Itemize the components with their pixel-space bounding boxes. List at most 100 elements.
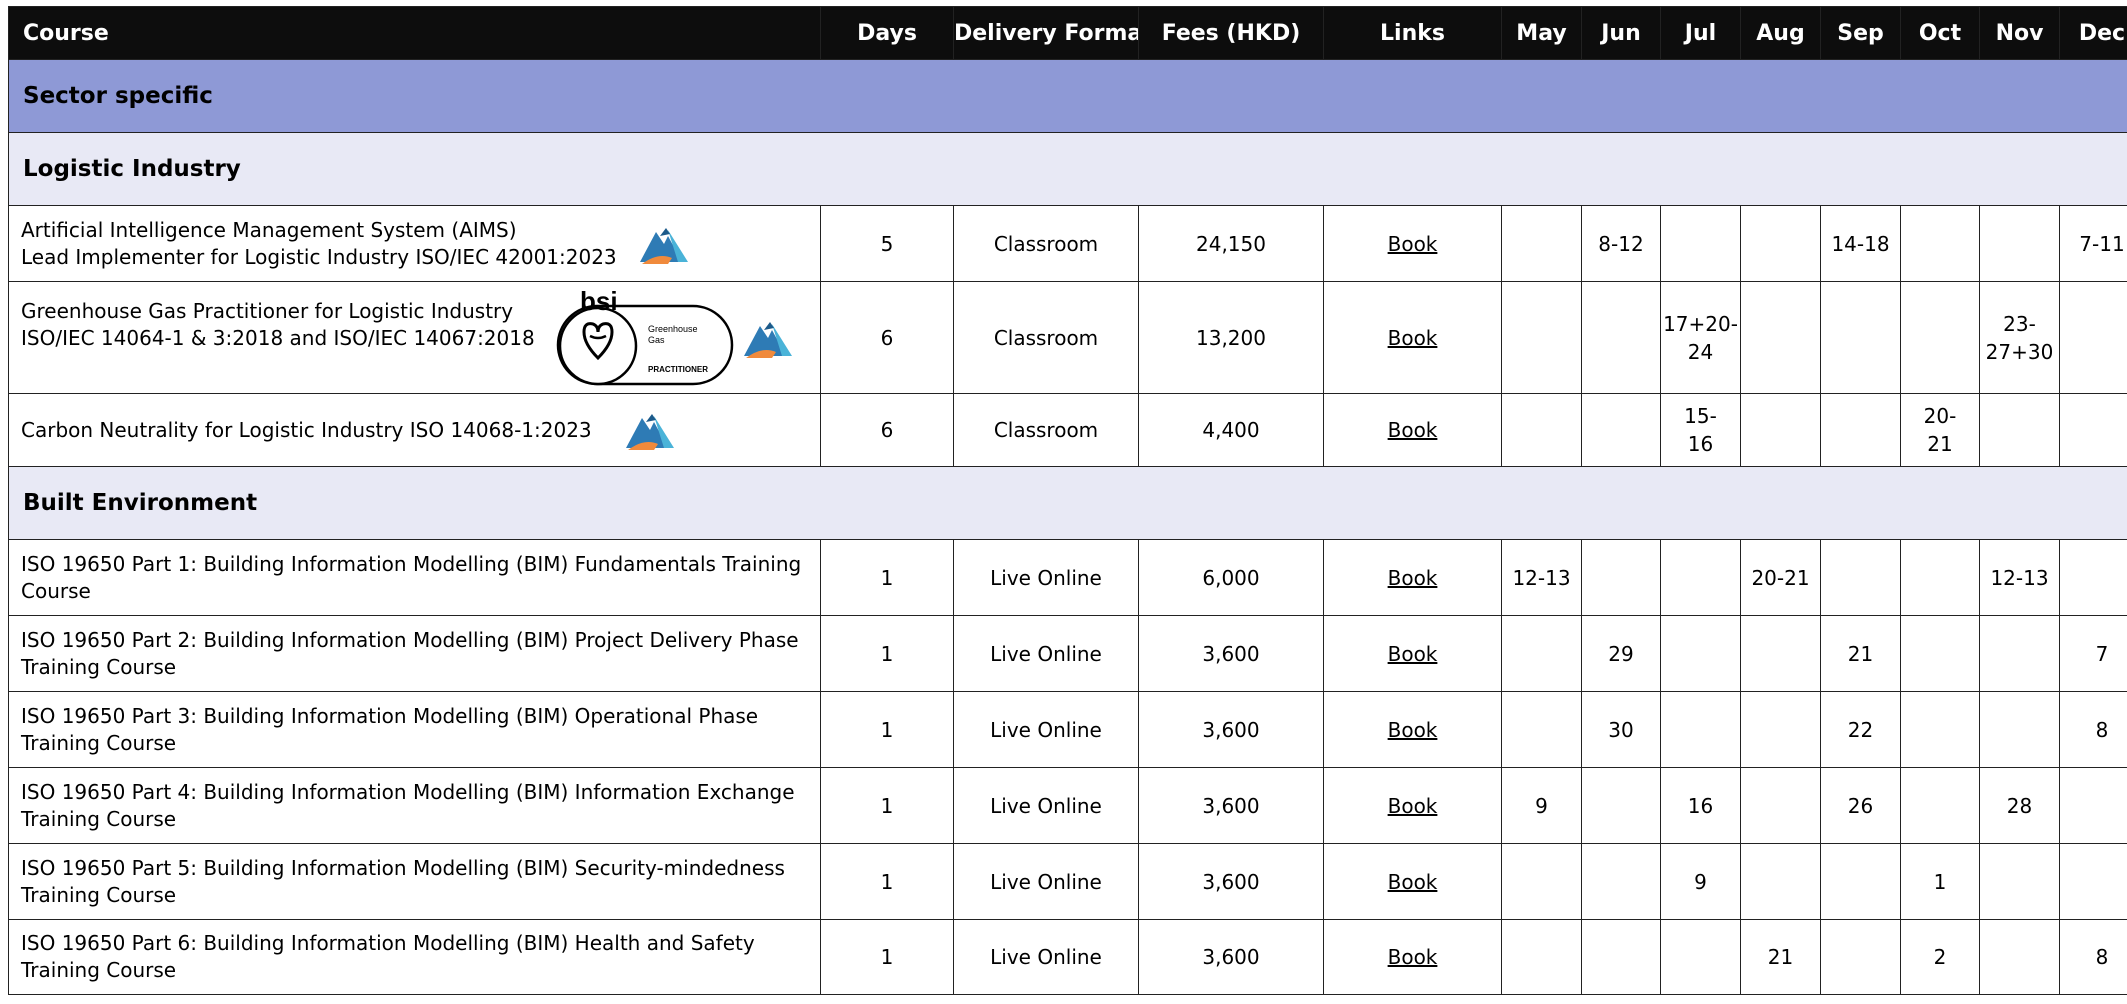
dec-cell: [2059, 281, 2127, 394]
oct-cell: [1900, 691, 1980, 768]
book-link[interactable]: Book: [1388, 326, 1438, 350]
table-row: Greenhouse Gas Practitioner for Logistic…: [8, 281, 2127, 394]
format-cell: Live Online: [953, 919, 1139, 995]
date-line: 17+20-: [1663, 311, 1738, 336]
course-schedule-container: Course Days Delivery Format Fees (HKD) L…: [8, 6, 2127, 995]
aug-cell: [1740, 691, 1821, 768]
dec-cell: 7-11: [2059, 205, 2127, 282]
format-cell: Classroom: [953, 393, 1139, 467]
links-cell: Book: [1323, 393, 1502, 467]
header-dec: Dec: [2059, 6, 2127, 60]
nov-cell: 12-13: [1979, 539, 2060, 616]
may-cell: [1501, 281, 1582, 394]
oct-cell: 1: [1900, 843, 1980, 920]
book-link[interactable]: Book: [1388, 794, 1438, 818]
course-schedule-table: Course Days Delivery Format Fees (HKD) L…: [8, 6, 2127, 995]
format-cell: Live Online: [953, 843, 1139, 920]
may-cell: 9: [1501, 767, 1582, 844]
course-name-line: Greenhouse Gas Practitioner for Logistic…: [21, 298, 514, 323]
jun-cell: [1581, 393, 1661, 467]
fees-cell: 24,150: [1138, 205, 1324, 282]
jun-cell: [1581, 281, 1661, 394]
table-row: Artificial Intelligence Management Syste…: [8, 205, 2127, 282]
header-sep: Sep: [1820, 6, 1901, 60]
accreditation-logo-icon: [640, 227, 688, 264]
links-cell: Book: [1323, 539, 1502, 616]
course-name-line: ISO 19650 Part 3: Building Information M…: [21, 703, 759, 728]
course-name-line: Lead Implementer for Logistic Industry I…: [21, 244, 617, 269]
date-line: 15-: [1684, 404, 1717, 428]
table-row: ISO 19650 Part 4: Building Information M…: [8, 767, 2127, 844]
course-name-line: Carbon Neutrality for Logistic Industry …: [21, 417, 592, 442]
jul-cell: [1660, 539, 1741, 616]
fees-cell: 3,600: [1138, 691, 1324, 768]
format-cell: Classroom: [953, 205, 1139, 282]
course-name-cell: ISO 19650 Part 5: Building Information M…: [8, 843, 821, 920]
fees-cell: 6,000: [1138, 539, 1324, 616]
links-cell: Book: [1323, 919, 1502, 995]
table-row: ISO 19650 Part 1: Building Information M…: [8, 539, 2127, 616]
course-name-line: ISO 19650 Part 2: Building Information M…: [21, 627, 799, 652]
links-cell: Book: [1323, 767, 1502, 844]
course-name-cell: ISO 19650 Part 4: Building Information M…: [8, 767, 821, 844]
format-cell: Live Online: [953, 539, 1139, 616]
may-cell: [1501, 919, 1582, 995]
fees-cell: 3,600: [1138, 843, 1324, 920]
book-link[interactable]: Book: [1388, 418, 1438, 442]
book-link[interactable]: Book: [1388, 945, 1438, 969]
dec-cell: [2059, 767, 2127, 844]
jul-cell: 9: [1660, 843, 1741, 920]
svg-text:bsi: bsi: [580, 288, 618, 316]
book-link[interactable]: Book: [1388, 566, 1438, 590]
sector-row: Sector specific: [8, 59, 2127, 133]
accreditation-logo-icon: [626, 414, 674, 450]
course-name-line: ISO 19650 Part 1: Building Information M…: [21, 551, 802, 576]
jul-cell: [1660, 205, 1741, 282]
dec-cell: 7: [2059, 615, 2127, 692]
links-cell: Book: [1323, 615, 1502, 692]
nov-cell: 28: [1979, 767, 2060, 844]
course-name-line: Training Course: [21, 806, 177, 831]
jun-cell: [1581, 539, 1661, 616]
fees-cell: 13,200: [1138, 281, 1324, 394]
links-cell: Book: [1323, 691, 1502, 768]
course-name-line: Training Course: [21, 654, 177, 679]
date-line: 20-: [1923, 404, 1957, 428]
course-name-cell: ISO 19650 Part 3: Building Information M…: [8, 691, 821, 768]
header-oct: Oct: [1900, 6, 1980, 60]
header-delivery-format: Delivery Format: [953, 6, 1139, 60]
jul-cell: 16: [1660, 767, 1741, 844]
may-cell: [1501, 615, 1582, 692]
table-row: ISO 19650 Part 2: Building Information M…: [8, 615, 2127, 692]
days-cell: 6: [820, 281, 954, 394]
book-link[interactable]: Book: [1388, 718, 1438, 742]
aug-cell: [1740, 767, 1821, 844]
sep-cell: 14-18: [1820, 205, 1901, 282]
category-title-logistic: Logistic Industry: [8, 132, 2127, 206]
days-cell: 1: [820, 615, 954, 692]
course-name-line: ISO 19650 Part 6: Building Information M…: [21, 931, 755, 955]
nov-cell: [1979, 919, 2060, 995]
nov-cell: [1979, 205, 2060, 282]
days-cell: 1: [820, 539, 954, 616]
header-row: Course Days Delivery Format Fees (HKD) L…: [8, 6, 2127, 60]
oct-cell: [1900, 205, 1980, 282]
date-line: 23-: [2003, 311, 2036, 336]
aug-cell: 20-21: [1740, 539, 1821, 616]
aug-cell: [1740, 393, 1821, 467]
sep-cell: [1820, 281, 1901, 394]
header-nov: Nov: [1979, 6, 2060, 60]
date-line: 24: [1687, 339, 1714, 364]
nov-cell: [1979, 615, 2060, 692]
oct-cell: [1900, 767, 1980, 844]
format-cell: Live Online: [953, 691, 1139, 768]
jun-cell: [1581, 843, 1661, 920]
links-cell: Book: [1323, 281, 1502, 394]
days-cell: 1: [820, 767, 954, 844]
nov-cell: [1979, 691, 2060, 768]
book-link[interactable]: Book: [1388, 870, 1438, 894]
oct-cell: [1900, 281, 1980, 394]
book-link[interactable]: Book: [1388, 642, 1438, 666]
course-name-cell: ISO 19650 Part 1: Building Information M…: [8, 539, 821, 616]
book-link[interactable]: Book: [1388, 232, 1438, 256]
